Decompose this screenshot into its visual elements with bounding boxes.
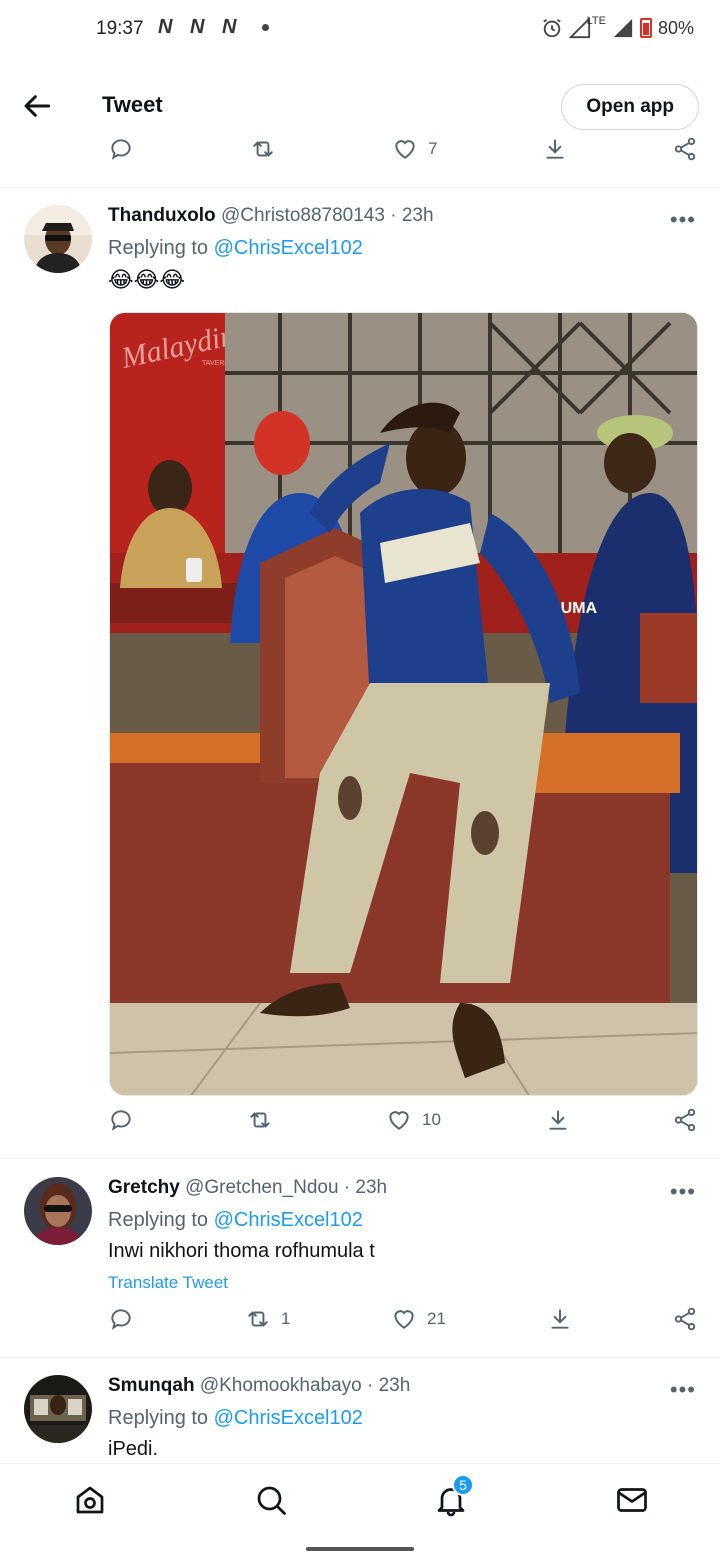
retweet-icon: [248, 1311, 268, 1327]
tweet-actions: 7: [0, 136, 720, 176]
alarm-icon: [542, 18, 561, 38]
tweet-header: Gretchy @Gretchen_Ndou · 23h: [108, 1177, 387, 1199]
like-button[interactable]: 7: [392, 136, 437, 162]
like-button[interactable]: 21: [391, 1306, 446, 1332]
download-button[interactable]: [547, 1306, 573, 1332]
gesture-bar: [306, 1547, 414, 1551]
battery-percent: 80%: [657, 17, 694, 38]
like-button[interactable]: 10: [386, 1107, 441, 1133]
search-icon[interactable]: [253, 1482, 289, 1518]
tweet-text: iPedi.: [108, 1438, 159, 1460]
divider: [0, 1357, 720, 1358]
author-name[interactable]: Gretchy: [108, 1177, 180, 1198]
reply-icon: [111, 1110, 131, 1131]
retweet-icon: [250, 1112, 270, 1128]
page-title: Tweet: [102, 92, 163, 117]
network-n-icon: N: [222, 16, 236, 38]
tweet-actions: 1 21: [0, 1306, 720, 1346]
share-button[interactable]: [672, 136, 698, 162]
download-icon: [551, 1309, 569, 1329]
divider: [0, 187, 720, 188]
tweet-text: Inwi nikhori thoma rofhumula t: [108, 1240, 375, 1262]
network-n-icon: N: [158, 16, 172, 38]
reply-button[interactable]: [108, 136, 134, 162]
avatar[interactable]: [24, 1177, 92, 1245]
mention-link[interactable]: @ChrisExcel102: [214, 237, 363, 259]
replying-to: Replying to @ChrisExcel102: [108, 1407, 363, 1430]
tweet-actions: 10: [0, 1107, 720, 1147]
download-button[interactable]: [542, 136, 568, 162]
heart-icon: [389, 1111, 409, 1130]
status-time: 19:37: [96, 18, 144, 39]
reply-button[interactable]: [108, 1306, 134, 1332]
notification-dot-icon: [262, 24, 269, 31]
download-icon: [546, 139, 564, 159]
share-icon: [674, 1108, 696, 1132]
battery-icon: [639, 18, 652, 38]
status-right: LTE 80%: [541, 15, 694, 39]
tweet-text: 😂😂😂: [108, 267, 186, 292]
replying-prefix: Replying to: [108, 1209, 214, 1231]
author-name[interactable]: Thanduxolo: [108, 205, 216, 226]
translate-tweet-link[interactable]: Translate Tweet: [108, 1273, 228, 1293]
mention-link[interactable]: @ChrisExcel102: [214, 1407, 363, 1429]
replying-prefix: Replying to: [108, 237, 214, 259]
author-handle-time: @Christo88780143 · 23h: [220, 205, 434, 226]
more-options-icon[interactable]: •••: [670, 207, 696, 233]
messages-envelope-icon[interactable]: [614, 1482, 650, 1518]
like-count: 7: [428, 139, 438, 158]
avatar[interactable]: [24, 205, 92, 273]
network-n-icon: N: [190, 16, 204, 38]
more-options-icon[interactable]: •••: [670, 1179, 696, 1205]
share-button[interactable]: [672, 1306, 698, 1332]
mention-link[interactable]: @ChrisExcel102: [214, 1209, 363, 1231]
bottom-navigation: [0, 1463, 720, 1537]
avatar[interactable]: [24, 1375, 92, 1443]
tweet-header: Smunqah @Khomookhabayo · 23h: [108, 1375, 410, 1397]
divider: [0, 1158, 720, 1159]
heart-icon: [394, 1310, 414, 1329]
author-name[interactable]: Smunqah: [108, 1375, 195, 1396]
retweet-icon: [253, 141, 273, 157]
replying-prefix: Replying to: [108, 1407, 214, 1429]
tweet-header: Thanduxolo @Christo88780143 · 23h: [108, 205, 434, 227]
back-arrow-icon[interactable]: [22, 90, 54, 122]
share-button[interactable]: [672, 1107, 698, 1133]
tweet-photo[interactable]: Malaydini TAVERN PUMA: [109, 312, 698, 1096]
reply-icon: [111, 139, 131, 160]
replying-to: Replying to @ChrisExcel102: [108, 1209, 363, 1232]
author-handle-time: @Khomookhabayo · 23h: [199, 1375, 411, 1396]
like-count: 21: [427, 1309, 446, 1328]
app-header: Tweet Open app: [0, 68, 720, 144]
retweet-count: 1: [281, 1309, 291, 1328]
replying-to: Replying to @ChrisExcel102: [108, 237, 363, 260]
open-app-button[interactable]: Open app: [561, 84, 699, 130]
home-icon[interactable]: [72, 1482, 108, 1518]
author-handle-time: @Gretchen_Ndou · 23h: [185, 1177, 388, 1198]
reply-button[interactable]: [108, 1107, 134, 1133]
like-count: 10: [422, 1110, 441, 1129]
notifications-badge: 5: [452, 1474, 474, 1496]
retweet-button[interactable]: 1: [245, 1306, 290, 1332]
status-bar: 19:37 N N N LTE 80%: [0, 0, 720, 60]
retweet-button[interactable]: [247, 1107, 283, 1133]
signal-icon: [613, 18, 633, 38]
download-button[interactable]: [545, 1107, 571, 1133]
share-icon: [674, 1307, 696, 1331]
download-icon: [549, 1110, 567, 1130]
network-type-label: LTE: [586, 15, 606, 27]
share-icon: [674, 137, 696, 161]
more-options-icon[interactable]: •••: [670, 1377, 696, 1403]
reply-icon: [111, 1309, 131, 1330]
heart-icon: [395, 140, 415, 159]
retweet-button[interactable]: [250, 136, 276, 162]
